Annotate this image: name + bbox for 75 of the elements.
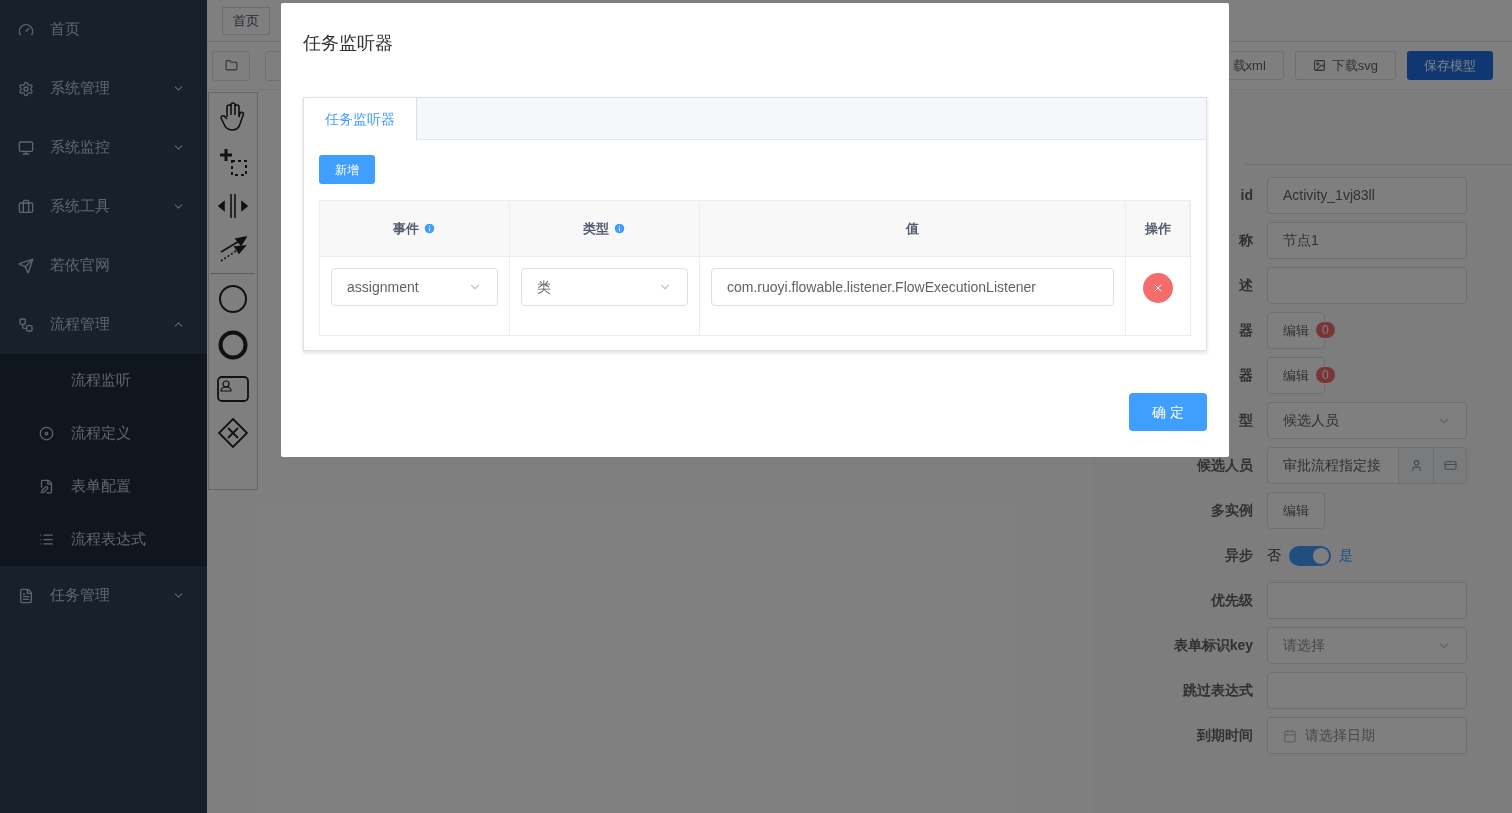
menu-item[interactable]: 首页 xyxy=(0,0,207,59)
menu-item[interactable]: 系统监控 xyxy=(0,118,207,177)
field-label: 述 xyxy=(1239,276,1253,295)
confirm-button[interactable]: 确 定 xyxy=(1129,393,1207,431)
submenu-item[interactable]: 流程定义 xyxy=(0,407,207,460)
dialog-title: 任务监听器 xyxy=(303,32,394,55)
field-label: 称 xyxy=(1239,231,1253,250)
submenu-item[interactable]: 表单配置 xyxy=(0,460,207,513)
hand-icon[interactable] xyxy=(219,101,247,131)
text-field[interactable]: com.ruoyi.flowable.listener.FlowExecutionListener xyxy=(711,268,1114,306)
list-icon xyxy=(38,532,54,547)
user-task-icon[interactable] xyxy=(217,376,249,402)
paper-plane-icon xyxy=(18,257,34,274)
count-badge: 0 xyxy=(1315,366,1336,384)
tag-tab[interactable]: 首页 xyxy=(222,6,270,35)
field-label: id xyxy=(1240,186,1253,205)
download-button[interactable]: 下载svg xyxy=(1294,51,1396,80)
select-field[interactable]: assignment xyxy=(331,268,498,306)
text-field[interactable]: 节点1 xyxy=(1267,222,1467,259)
field-label: 候选人员 xyxy=(1197,456,1253,475)
space-tool-icon[interactable] xyxy=(218,193,248,219)
edit-document-icon xyxy=(38,479,54,494)
flow-icon xyxy=(18,316,34,333)
menu-item[interactable]: 若依官网 xyxy=(0,236,207,295)
thick-circle-icon[interactable] xyxy=(218,330,248,360)
circle-icon[interactable] xyxy=(218,284,248,314)
field-label: 器 xyxy=(1239,321,1253,340)
count-badge: 0 xyxy=(1315,321,1336,339)
disc-icon xyxy=(38,426,54,441)
gear-icon xyxy=(18,80,34,97)
image-icon xyxy=(1312,59,1326,72)
field-label: 表单标识key xyxy=(1173,636,1253,655)
lasso-tool-icon[interactable] xyxy=(218,147,248,177)
close-icon xyxy=(1152,282,1164,294)
field-label: 多实例 xyxy=(1211,501,1253,520)
field-label: 异步 xyxy=(1225,546,1253,565)
briefcase-icon xyxy=(18,198,34,215)
connect-tool-icon[interactable] xyxy=(219,235,247,263)
column-header: 值 xyxy=(700,201,1126,256)
menu-item[interactable]: 系统管理 xyxy=(0,59,207,118)
menu-item[interactable]: 流程管理 xyxy=(0,295,207,354)
field-label: 优先级 xyxy=(1211,591,1253,610)
dashboard-icon xyxy=(18,21,34,38)
column-header: 类型 xyxy=(510,201,700,256)
select-field[interactable]: 候选人员 xyxy=(1267,402,1467,439)
gateway-icon[interactable] xyxy=(218,418,248,448)
info-icon xyxy=(613,222,626,235)
submenu-item[interactable]: 流程监听 xyxy=(0,354,207,407)
user-icon xyxy=(1409,459,1423,472)
card-icon xyxy=(1443,459,1457,472)
text-field[interactable]: 审批流程指定接 xyxy=(1267,447,1399,484)
submenu-item[interactable]: 流程表达式 xyxy=(0,513,207,566)
field-label: 型 xyxy=(1239,411,1253,430)
column-header: 操作 xyxy=(1126,201,1190,256)
edit-button[interactable]: 编辑 xyxy=(1267,492,1325,529)
delete-button[interactable] xyxy=(1143,273,1173,303)
menu-item[interactable]: 任务管理 xyxy=(0,566,207,625)
switch-label: 是 xyxy=(1339,546,1353,565)
field-label: 器 xyxy=(1239,366,1253,385)
save-button[interactable]: 保存模型 xyxy=(1407,51,1493,80)
field-label: 跳过表达式 xyxy=(1183,681,1253,700)
text-field[interactable]: Activity_1vj83ll xyxy=(1267,177,1467,214)
switch-label: 否 xyxy=(1267,546,1281,565)
column-header: 事件 xyxy=(320,201,510,256)
document-icon xyxy=(18,587,34,604)
info-icon xyxy=(423,222,436,235)
add-button[interactable]: 新增 xyxy=(319,155,375,184)
toggle-switch[interactable] xyxy=(1289,545,1331,566)
folder-icon xyxy=(224,59,238,72)
menu-item[interactable]: 系统工具 xyxy=(0,177,207,236)
select-field[interactable]: 类 xyxy=(521,268,688,306)
tab[interactable]: 任务监听器 xyxy=(304,98,417,140)
field-label: 到期时间 xyxy=(1197,726,1253,745)
calendar-icon xyxy=(1283,728,1297,743)
monitor-icon xyxy=(18,139,34,156)
